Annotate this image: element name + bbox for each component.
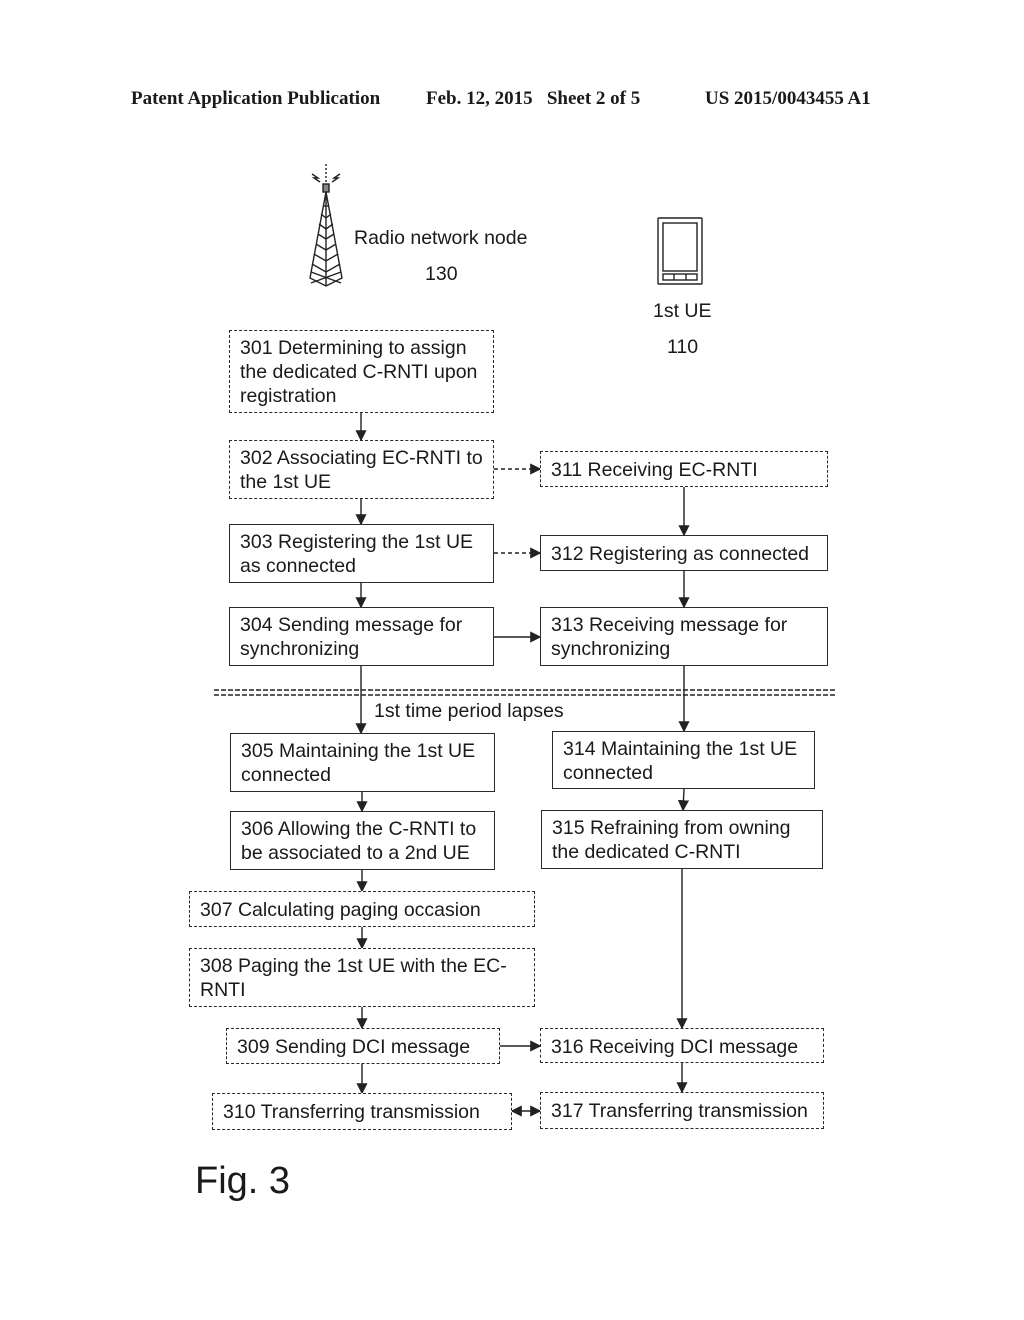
step-315: 315 Refraining from owning the dedicated… bbox=[541, 810, 823, 869]
step-313: 313 Receiving message for synchronizing bbox=[540, 607, 828, 666]
step-311: 311 Receiving EC-RNTI bbox=[540, 451, 828, 487]
step-309: 309 Sending DCI message bbox=[226, 1028, 500, 1064]
step-303: 303 Registering the 1st UE as connected bbox=[229, 524, 494, 583]
step-302: 302 Associating EC-RNTI to the 1st UE bbox=[229, 440, 494, 499]
step-312: 312 Registering as connected bbox=[540, 535, 828, 571]
step-301: 301 Determining to assign the dedicated … bbox=[229, 330, 494, 413]
step-310: 310 Transferring transmission bbox=[212, 1093, 512, 1130]
step-316: 316 Receiving DCI message bbox=[540, 1028, 824, 1063]
step-308: 308 Paging the 1st UE with the EC-RNTI bbox=[189, 948, 535, 1007]
figure-label: Fig. 3 bbox=[195, 1160, 291, 1202]
step-304: 304 Sending message for synchronizing bbox=[229, 607, 494, 666]
step-306: 306 Allowing the C-RNTI to be associated… bbox=[230, 811, 495, 870]
step-307: 307 Calculating paging occasion bbox=[189, 891, 535, 927]
step-317: 317 Transferring transmission bbox=[540, 1092, 824, 1129]
arrow-314-315 bbox=[677, 788, 690, 812]
step-305: 305 Maintaining the 1st UE connected bbox=[230, 733, 495, 792]
step-314: 314 Maintaining the 1st UE connected bbox=[552, 731, 815, 789]
flow-connectors bbox=[214, 413, 836, 1117]
time-period-label: 1st time period lapses bbox=[374, 700, 564, 722]
